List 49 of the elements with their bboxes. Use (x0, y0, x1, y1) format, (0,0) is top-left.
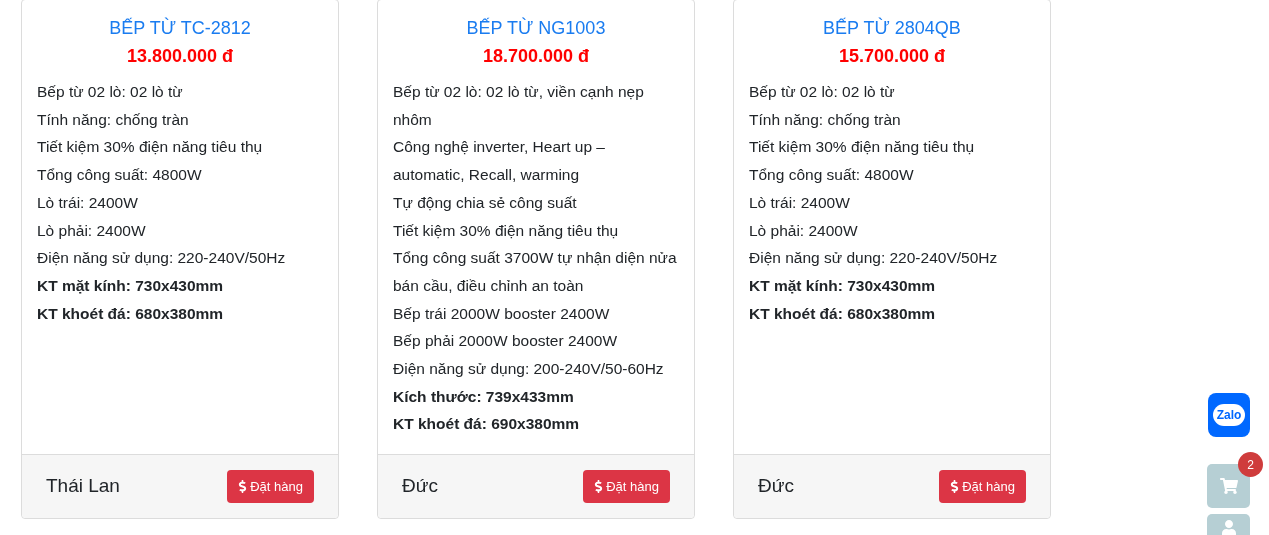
spec-line: Bếp từ 02 lò: 02 lò từ, viền cạnh nẹp nhôm (393, 82, 645, 130)
spec-line: Bếp phải 2000W booster 2400W (393, 331, 619, 352)
spec-line: Bếp trái 2000W booster 2400W (393, 303, 611, 324)
spec-line: Tiết kiệm 30% điện năng tiêu thụ (749, 137, 976, 158)
spec-line: Lò phải: 2400W (749, 220, 859, 241)
spec-line: Tổng công suất: 4800W (37, 165, 203, 186)
spec-line: Lò trái: 2400W (37, 192, 139, 213)
spec-line: Điện năng sử dụng: 200-240V/50-60Hz (393, 359, 665, 380)
dollar-icon (950, 480, 960, 493)
spec-line: Lò phải: 2400W (37, 220, 147, 241)
zalo-logo: Zalo (1212, 404, 1246, 426)
product-title: BẾP TỪ 2804QB (822, 16, 962, 40)
spec-line: Tổng công suất 3700W tự nhận diện nửa bán cầu, điều chỉnh an toàn (393, 248, 678, 296)
spec-line: Bếp từ 02 lò: 02 lò từ (749, 82, 896, 102)
dollar-icon (238, 480, 248, 493)
product-price: 18.700.000 đ (481, 45, 591, 68)
spec-line: Tự động chia sẻ công suất (393, 192, 578, 213)
spec-line: Điện năng sử dụng: 220-240V/50Hz (37, 248, 287, 269)
spec-line: Bếp từ 02 lò: 02 lò từ (37, 82, 184, 102)
order-button[interactable]: Đặt hàng (939, 470, 1026, 503)
spec-line: KT mặt kính: 730x430mm (37, 275, 225, 296)
origin-label: Đức (402, 474, 438, 499)
spec-line: Tổng công suất: 4800W (749, 165, 915, 186)
spec-line: KT khoét đá: 680x380mm (749, 303, 937, 324)
product-price: 15.700.000 đ (837, 45, 947, 68)
product-price: 13.800.000 đ (125, 45, 235, 68)
product-title: BẾP TỪ NG1003 (465, 16, 607, 40)
origin-label: Thái Lan (46, 474, 120, 499)
spec-line: Điện năng sử dụng: 220-240V/50Hz (749, 248, 999, 269)
user-icon (1220, 520, 1237, 535)
cart-icon (1219, 478, 1238, 494)
origin-label: Đức (758, 474, 794, 499)
spec-line: Tính năng: chống tràn (749, 109, 902, 130)
cart-count-badge: 2 (1238, 452, 1263, 477)
chat-button[interactable]: Zalo (1208, 393, 1250, 437)
spec-line: Tiết kiệm 30% điện năng tiêu thụ (37, 137, 264, 158)
spec-line: Công nghệ inverter, Heart up – automatic, Recall, warming (393, 137, 606, 186)
spec-line: Tiết kiệm 30% điện năng tiêu thụ (393, 220, 620, 241)
spec-line: KT khoét đá: 680x380mm (37, 303, 225, 324)
order-button[interactable]: Đặt hàng (583, 470, 670, 503)
cart-button[interactable] (1207, 464, 1250, 508)
order-button[interactable]: Đặt hàng (227, 470, 314, 503)
spec-line: Tính năng: chống tràn (37, 109, 190, 130)
spec-line: Kích thước: 739x433mm (393, 386, 575, 407)
product-title: BẾP TỪ TC-2812 (108, 16, 252, 40)
spec-line: Lò trái: 2400W (749, 192, 851, 213)
spec-line: KT khoét đá: 690x380mm (393, 414, 581, 435)
spec-line: KT mặt kính: 730x430mm (749, 275, 937, 296)
dollar-icon (594, 480, 604, 493)
